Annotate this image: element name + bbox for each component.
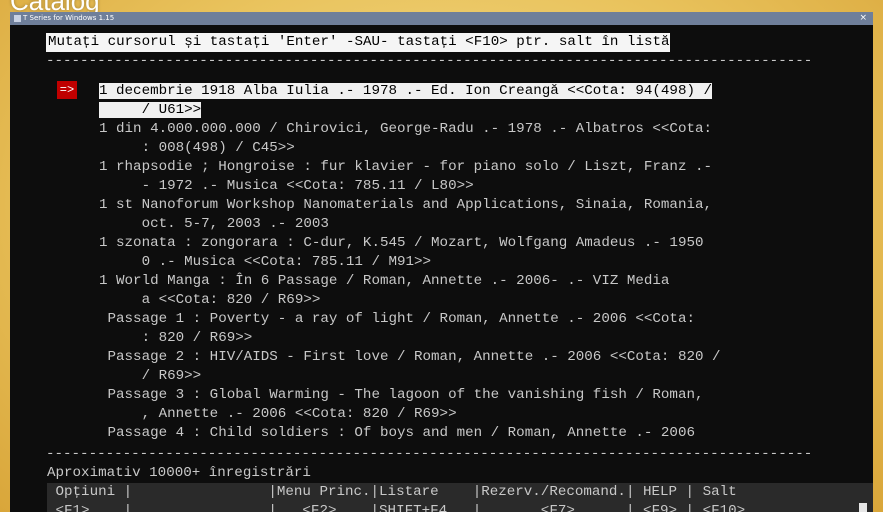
result-line-text: 1 rhapsodie ; Hongroise : fur klavier - … <box>99 159 712 175</box>
result-line: : 008(498) / C45>> <box>99 139 869 158</box>
result-entry[interactable]: Passage 3 : Global Warming - The lagoon … <box>99 386 869 424</box>
result-line: a <<Cota: 820 / R69>> <box>99 291 869 310</box>
result-line-text: Passage 3 : Global Warming - The lagoon … <box>99 387 704 403</box>
result-line-text: 1 din 4.000.000.000 / Chirovici, George-… <box>99 121 712 137</box>
result-line-text: Passage 4 : Child soldiers : Of boys and… <box>99 425 695 441</box>
result-entry[interactable]: 1 decembrie 1918 Alba Iulia .- 1978 .- E… <box>99 82 869 120</box>
result-entry[interactable]: 1 szonata : zongorara : C-dur, K.545 / M… <box>99 234 869 272</box>
result-entry[interactable]: 1 st Nanoforum Workshop Nanomaterials an… <box>99 196 869 234</box>
separator-top: ----------------------------------------… <box>46 53 813 69</box>
result-line-text: oct. 5-7, 2003 .- 2003 <box>99 216 329 232</box>
window-title: T Series for Windows 1.15 <box>23 14 115 22</box>
result-entry[interactable]: Passage 2 : HIV/AIDS - First love / Roma… <box>99 348 869 386</box>
result-line: - 1972 .- Musica <<Cota: 785.11 / L80>> <box>99 177 869 196</box>
result-line-text: : 820 / R69>> <box>99 330 253 346</box>
app-icon <box>14 14 21 22</box>
result-line-text: 1 World Manga : În 6 Passage / Roman, An… <box>99 273 670 289</box>
terminal-window: T Series for Windows 1.15 × Mutați curso… <box>10 12 873 512</box>
result-line-text: Passage 2 : HIV/AIDS - First love / Roma… <box>99 349 721 365</box>
result-line: : 820 / R69>> <box>99 329 869 348</box>
close-icon[interactable]: × <box>859 12 867 25</box>
instruction-prompt: Mutați cursorul și tastați 'Enter' -SAU-… <box>46 33 670 52</box>
result-line-text: / R69>> <box>99 368 202 384</box>
result-line-text: 1 st Nanoforum Workshop Nanomaterials an… <box>99 197 712 213</box>
result-line: 0 .- Musica <<Cota: 785.11 / M91>> <box>99 253 869 272</box>
result-line: oct. 5-7, 2003 .- 2003 <box>99 215 869 234</box>
result-line-text: 0 .- Musica <<Cota: 785.11 / M91>> <box>99 254 432 270</box>
result-line: Passage 4 : Child soldiers : Of boys and… <box>99 424 869 443</box>
result-line: Passage 3 : Global Warming - The lagoon … <box>99 386 869 405</box>
result-entry[interactable]: Passage 1 : Poverty - a ray of light / R… <box>99 310 869 348</box>
result-entry[interactable]: 1 din 4.000.000.000 / Chirovici, George-… <box>99 120 869 158</box>
separator-bottom: ----------------------------------------… <box>46 446 813 462</box>
result-line-text: / U61>> <box>99 102 202 118</box>
result-line: 1 st Nanoforum Workshop Nanomaterials an… <box>99 196 869 215</box>
result-line-text: 1 szonata : zongorara : C-dur, K.545 / M… <box>99 235 704 251</box>
result-line: Passage 1 : Poverty - a ray of light / R… <box>99 310 869 329</box>
result-line-text: a <<Cota: 820 / R69>> <box>99 292 321 308</box>
result-line: 1 din 4.000.000.000 / Chirovici, George-… <box>99 120 869 139</box>
result-line-text: : 008(498) / C45>> <box>99 140 295 156</box>
result-line: , Annette .- 2006 <<Cota: 820 / R69>> <box>99 405 869 424</box>
terminal-screen: Mutați cursorul și tastați 'Enter' -SAU-… <box>10 25 873 512</box>
function-key-labels[interactable]: Opțiuni | |Menu Princ.|Listare |Rezerv./… <box>47 483 737 502</box>
result-line: 1 decembrie 1918 Alba Iulia .- 1978 .- E… <box>99 82 869 101</box>
function-key-bar: Opțiuni | |Menu Princ.|Listare |Rezerv./… <box>47 483 873 512</box>
result-entry[interactable]: Passage 4 : Child soldiers : Of boys and… <box>99 424 869 443</box>
result-line-text: Passage 1 : Poverty - a ray of light / R… <box>99 311 695 327</box>
record-count-status: Aproximativ 10000+ înregistrări <box>47 465 311 481</box>
result-line: 1 World Manga : În 6 Passage / Roman, An… <box>99 272 869 291</box>
result-line-text: 1 decembrie 1918 Alba Iulia .- 1978 .- E… <box>99 83 712 99</box>
result-line-text: - 1972 .- Musica <<Cota: 785.11 / L80>> <box>99 178 474 194</box>
cursor-marker: => <box>57 81 77 99</box>
result-line: Passage 2 : HIV/AIDS - First love / Roma… <box>99 348 869 367</box>
result-line: 1 rhapsodie ; Hongroise : fur klavier - … <box>99 158 869 177</box>
function-key-shortcuts[interactable]: <F1> | | <F2> |SHIFT+F4 | <F7> | <F9> | … <box>47 502 746 512</box>
result-line-text: , Annette .- 2006 <<Cota: 820 / R69>> <box>99 406 457 422</box>
result-line: / U61>> <box>99 101 869 120</box>
result-line: / R69>> <box>99 367 869 386</box>
result-entry[interactable]: 1 rhapsodie ; Hongroise : fur klavier - … <box>99 158 869 196</box>
result-entry[interactable]: 1 World Manga : În 6 Passage / Roman, An… <box>99 272 869 310</box>
result-line: 1 szonata : zongorara : C-dur, K.545 / M… <box>99 234 869 253</box>
cursor-block <box>859 503 867 512</box>
window-titlebar: T Series for Windows 1.15 × <box>10 12 873 25</box>
